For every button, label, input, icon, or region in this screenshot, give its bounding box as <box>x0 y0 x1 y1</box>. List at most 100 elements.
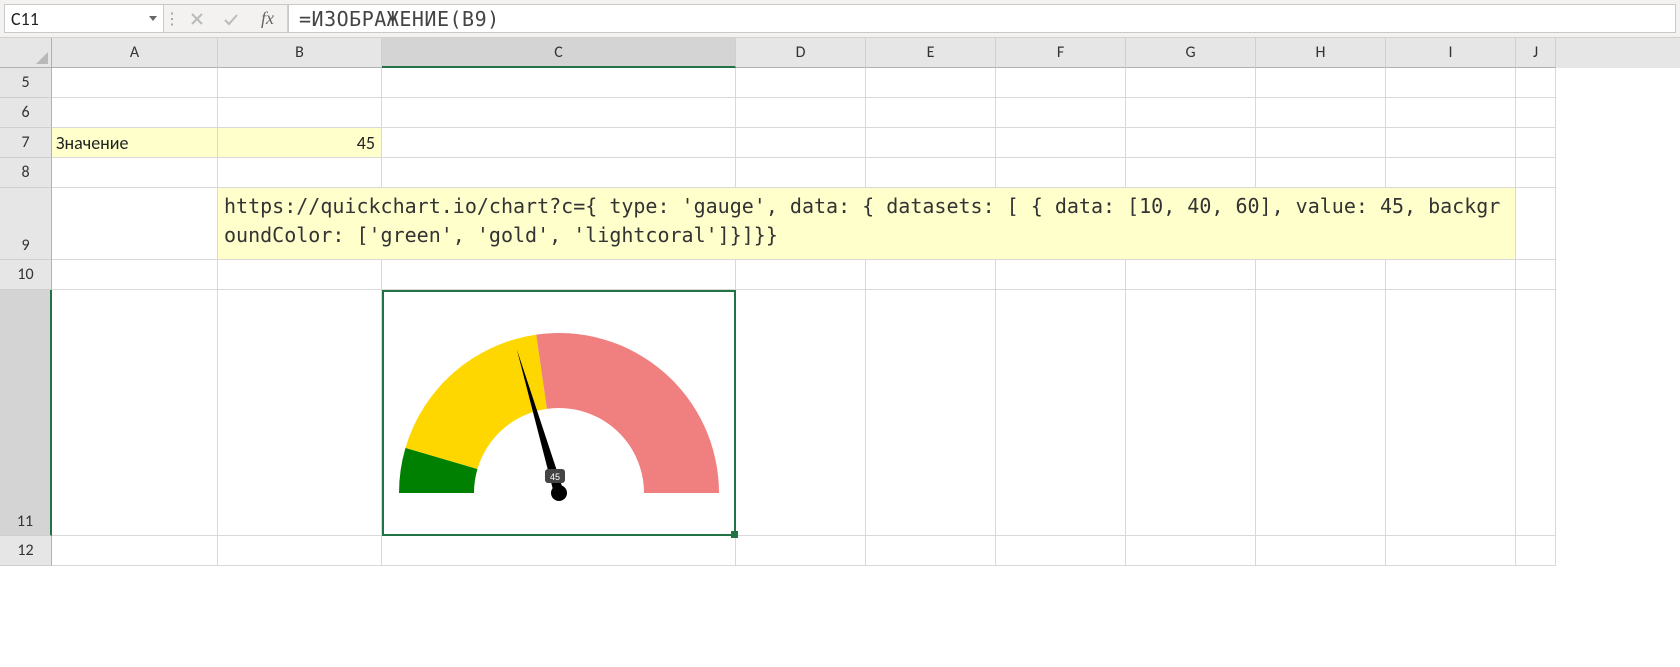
col-header-J[interactable]: J <box>1516 38 1556 68</box>
cell-G11[interactable] <box>1126 290 1256 536</box>
cell-F10[interactable] <box>996 260 1126 290</box>
cell-J12[interactable] <box>1516 536 1556 566</box>
cell-B12[interactable] <box>218 536 382 566</box>
cell-C7[interactable] <box>382 128 736 158</box>
cell-C8[interactable] <box>382 158 736 188</box>
cell-C6[interactable] <box>382 98 736 128</box>
row-header-6[interactable]: 6 <box>0 98 52 128</box>
cell-A6[interactable] <box>52 98 218 128</box>
row-header-7[interactable]: 7 <box>0 128 52 158</box>
cell-F11[interactable] <box>996 290 1126 536</box>
cell-B10[interactable] <box>218 260 382 290</box>
cell-C10[interactable] <box>382 260 736 290</box>
cell-C12[interactable] <box>382 536 736 566</box>
fx-button[interactable]: fx <box>248 5 288 32</box>
cell-H7[interactable] <box>1256 128 1386 158</box>
cell-D12[interactable] <box>736 536 866 566</box>
select-all-corner[interactable] <box>0 38 52 68</box>
name-box[interactable]: C11 <box>4 4 164 33</box>
cell-F5[interactable] <box>996 68 1126 98</box>
cell-H6[interactable] <box>1256 98 1386 128</box>
cell-D7[interactable] <box>736 128 866 158</box>
cell-B11[interactable] <box>218 290 382 536</box>
cell-H8[interactable] <box>1256 158 1386 188</box>
row-header-11[interactable]: 11 <box>0 290 52 536</box>
cell-B9-merged[interactable]: https://quickchart.io/chart?c={ type: 'g… <box>218 188 1516 260</box>
cell-I8[interactable] <box>1386 158 1516 188</box>
cell-D10[interactable] <box>736 260 866 290</box>
cell-D11[interactable] <box>736 290 866 536</box>
cell-J5[interactable] <box>1516 68 1556 98</box>
cell-G10[interactable] <box>1126 260 1256 290</box>
cell-C11-selected[interactable]: 45 <box>382 290 736 536</box>
cell-I7[interactable] <box>1386 128 1516 158</box>
col-header-C[interactable]: C <box>382 38 736 68</box>
cell-G6[interactable] <box>1126 98 1256 128</box>
row-header-12[interactable]: 12 <box>0 536 52 566</box>
cell-G7[interactable] <box>1126 128 1256 158</box>
cell-A11[interactable] <box>52 290 218 536</box>
cell-J7[interactable] <box>1516 128 1556 158</box>
cell-A10[interactable] <box>52 260 218 290</box>
cell-E7[interactable] <box>866 128 996 158</box>
cell-I11[interactable] <box>1386 290 1516 536</box>
cell-D6[interactable] <box>736 98 866 128</box>
cell-J6[interactable] <box>1516 98 1556 128</box>
cell-F12[interactable] <box>996 536 1126 566</box>
cell-I12[interactable] <box>1386 536 1516 566</box>
cell-A5[interactable] <box>52 68 218 98</box>
cell-H5[interactable] <box>1256 68 1386 98</box>
cancel-button[interactable] <box>180 5 214 32</box>
fill-handle[interactable] <box>731 531 738 538</box>
formula-input[interactable]: =ИЗОБРАЖЕНИЕ(B9) <box>288 4 1676 33</box>
cell-A12[interactable] <box>52 536 218 566</box>
col-header-F[interactable]: F <box>996 38 1126 68</box>
cell-J9[interactable] <box>1516 188 1556 260</box>
cell-I5[interactable] <box>1386 68 1516 98</box>
cell-E10[interactable] <box>866 260 996 290</box>
dropdown-icon[interactable] <box>149 16 157 21</box>
cell-H10[interactable] <box>1256 260 1386 290</box>
cell-A8[interactable] <box>52 158 218 188</box>
row-12: 12 <box>0 536 1680 566</box>
col-header-H[interactable]: H <box>1256 38 1386 68</box>
cell-E5[interactable] <box>866 68 996 98</box>
col-header-D[interactable]: D <box>736 38 866 68</box>
enter-button[interactable] <box>214 5 248 32</box>
cell-F7[interactable] <box>996 128 1126 158</box>
cell-B8[interactable] <box>218 158 382 188</box>
cell-A9[interactable] <box>52 188 218 260</box>
cell-D5[interactable] <box>736 68 866 98</box>
col-header-B[interactable]: B <box>218 38 382 68</box>
cell-E6[interactable] <box>866 98 996 128</box>
cell-F8[interactable] <box>996 158 1126 188</box>
col-header-I[interactable]: I <box>1386 38 1516 68</box>
cell-E12[interactable] <box>866 536 996 566</box>
cell-B5[interactable] <box>218 68 382 98</box>
cell-E8[interactable] <box>866 158 996 188</box>
cell-G8[interactable] <box>1126 158 1256 188</box>
cell-E11[interactable] <box>866 290 996 536</box>
cell-G12[interactable] <box>1126 536 1256 566</box>
cell-A7[interactable]: Значение <box>52 128 218 158</box>
row-header-8[interactable]: 8 <box>0 158 52 188</box>
cell-B6[interactable] <box>218 98 382 128</box>
row-header-9[interactable]: 9 <box>0 188 52 260</box>
cell-J11[interactable] <box>1516 290 1556 536</box>
cell-F6[interactable] <box>996 98 1126 128</box>
cell-G5[interactable] <box>1126 68 1256 98</box>
col-header-G[interactable]: G <box>1126 38 1256 68</box>
cell-H11[interactable] <box>1256 290 1386 536</box>
cell-I10[interactable] <box>1386 260 1516 290</box>
cell-J10[interactable] <box>1516 260 1556 290</box>
row-header-10[interactable]: 10 <box>0 260 52 290</box>
cell-C5[interactable] <box>382 68 736 98</box>
cell-J8[interactable] <box>1516 158 1556 188</box>
col-header-E[interactable]: E <box>866 38 996 68</box>
cell-B7[interactable]: 45 <box>218 128 382 158</box>
cell-H12[interactable] <box>1256 536 1386 566</box>
col-header-A[interactable]: A <box>52 38 218 68</box>
cell-I6[interactable] <box>1386 98 1516 128</box>
cell-D8[interactable] <box>736 158 866 188</box>
row-header-5[interactable]: 5 <box>0 68 52 98</box>
